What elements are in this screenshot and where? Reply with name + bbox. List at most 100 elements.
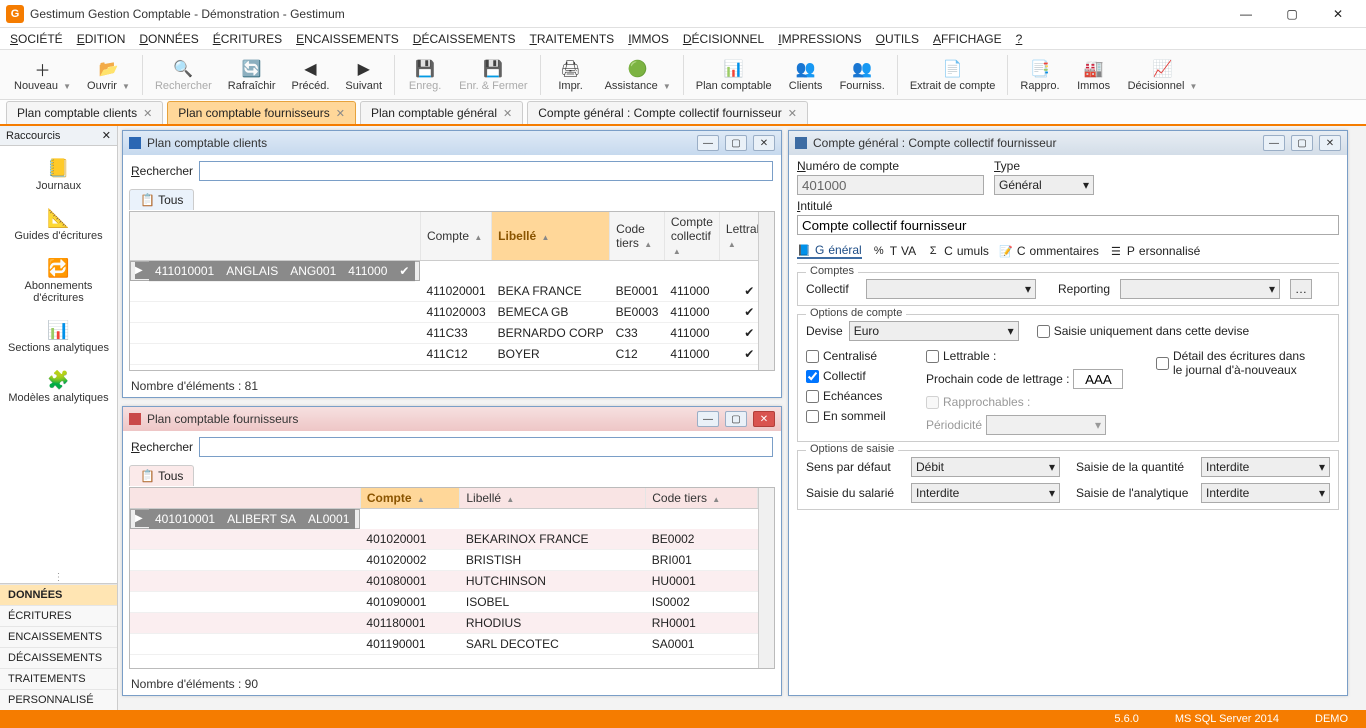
- table-row[interactable]: 411C12BOYERC12411000✔: [130, 344, 758, 365]
- win-minimize-button[interactable]: —: [1263, 135, 1285, 151]
- tab-tous-fournisseurs[interactable]: 📋 Tous: [129, 465, 194, 486]
- table-row[interactable]: 401190001SARL DECOTECSA0001: [130, 634, 758, 655]
- minimize-button[interactable]: —: [1224, 2, 1268, 26]
- reporting-select[interactable]: ▾: [1120, 279, 1280, 299]
- menu-décisionnel[interactable]: DÉCISIONNEL: [683, 32, 764, 46]
- menu-écritures[interactable]: ÉCRITURES: [213, 32, 282, 46]
- menu-société[interactable]: SOCIÉTÉ: [10, 32, 63, 46]
- table-row[interactable]: 401080001HUTCHINSONHU0001: [130, 571, 758, 592]
- tool-immos[interactable]: 🏭Immos: [1068, 52, 1120, 98]
- devise-select[interactable]: Euro▾: [849, 321, 1019, 341]
- menu-edition[interactable]: EDITION: [77, 32, 126, 46]
- column-header[interactable]: Code tiers ▲: [610, 212, 665, 261]
- doc-tab[interactable]: Plan comptable clients✕: [6, 101, 163, 124]
- category-item[interactable]: ENCAISSEMENTS: [0, 626, 117, 647]
- sens-defaut-select[interactable]: Débit▾: [911, 457, 1060, 477]
- win-close-button[interactable]: ✕: [753, 411, 775, 427]
- column-header[interactable]: Code tiers ▲: [646, 488, 758, 509]
- prochain-code-field[interactable]: [1073, 369, 1123, 389]
- menu-affichage[interactable]: AFFICHAGE: [933, 32, 1002, 46]
- win-close-button[interactable]: ✕: [1319, 135, 1341, 151]
- sommeil-checkbox[interactable]: [806, 410, 819, 423]
- menu-outils[interactable]: OUTILS: [876, 32, 919, 46]
- type-select[interactable]: Général▾: [994, 175, 1094, 195]
- column-header[interactable]: Compte ▲: [420, 212, 491, 261]
- tool-impr-[interactable]: 🖨Impr.: [545, 52, 597, 98]
- tool-clients[interactable]: 👥Clients: [780, 52, 832, 98]
- scrollbar[interactable]: [758, 488, 774, 668]
- tool-assistance[interactable]: 🟢Assistance ▼: [597, 52, 679, 98]
- collectif-checkbox[interactable]: [806, 370, 819, 383]
- grid-clients[interactable]: Compte ▲Libellé ▲Code tiers ▲Compte coll…: [130, 212, 758, 370]
- search-input-fournisseurs[interactable]: [199, 437, 773, 457]
- reporting-more-button[interactable]: …: [1290, 279, 1312, 299]
- column-header[interactable]: Lettrable ▲: [719, 212, 758, 261]
- table-row[interactable]: 401180001RHODIUSRH0001: [130, 613, 758, 634]
- doc-tab[interactable]: Plan comptable fournisseurs✕: [167, 101, 356, 124]
- win-maximize-button[interactable]: ▢: [1291, 135, 1313, 151]
- numero-field[interactable]: [797, 175, 984, 195]
- close-icon[interactable]: ✕: [143, 107, 152, 120]
- win-minimize-button[interactable]: —: [697, 411, 719, 427]
- category-item[interactable]: DÉCAISSEMENTS: [0, 647, 117, 668]
- table-row[interactable]: 401020001BEKARINOX FRANCEBE0002: [130, 529, 758, 550]
- tool-nouveau[interactable]: ＋Nouveau ▼: [6, 52, 79, 98]
- shortcut-item[interactable]: 📒Journaux: [0, 150, 117, 200]
- saisie-quantite-select[interactable]: Interdite▾: [1201, 457, 1330, 477]
- category-item[interactable]: PERSONNALISÉ: [0, 689, 117, 710]
- win-maximize-button[interactable]: ▢: [725, 135, 747, 151]
- saisie-salarie-select[interactable]: Interdite▾: [911, 483, 1060, 503]
- shortcuts-close-icon[interactable]: ✕: [102, 129, 111, 142]
- column-header[interactable]: Libellé ▲: [460, 488, 646, 509]
- close-icon[interactable]: ✕: [788, 107, 797, 120]
- category-item[interactable]: ÉCRITURES: [0, 605, 117, 626]
- shortcut-item[interactable]: 🧩Modèles analytiques: [0, 362, 117, 412]
- table-row[interactable]: ▶401010001ALIBERT SAAL0001: [130, 509, 360, 529]
- win-minimize-button[interactable]: —: [697, 135, 719, 151]
- doc-tab[interactable]: Compte général : Compte collectif fourni…: [527, 101, 808, 124]
- menu-traitements[interactable]: TRAITEMENTS: [530, 32, 615, 46]
- column-header[interactable]: Compte ▲: [360, 488, 459, 509]
- tool-ouvrir[interactable]: 📂Ouvrir ▼: [79, 52, 138, 98]
- tool-rafra-chir[interactable]: 🔄Rafraîchir: [220, 52, 284, 98]
- subtab-cumuls[interactable]: ΣCumuls: [926, 243, 989, 259]
- saisie-analytique-select[interactable]: Interdite▾: [1201, 483, 1330, 503]
- subtab-personnalisé[interactable]: ☰Personnalisé: [1109, 243, 1200, 259]
- doc-tab[interactable]: Plan comptable général✕: [360, 101, 523, 124]
- table-row[interactable]: 401090001ISOBELIS0002: [130, 592, 758, 613]
- tool-d-cisionnel[interactable]: 📈Décisionnel ▼: [1120, 52, 1206, 98]
- intitule-field[interactable]: [797, 215, 1339, 235]
- tool-suivant[interactable]: ▶Suivant: [337, 52, 390, 98]
- tool-plan-comptable[interactable]: 📊Plan comptable: [688, 52, 780, 98]
- tool-pr-c-d-[interactable]: ◀Précéd.: [283, 52, 337, 98]
- menu-immos[interactable]: IMMOS: [628, 32, 669, 46]
- column-header[interactable]: Libellé ▲: [492, 212, 610, 261]
- detail-ecritures-checkbox[interactable]: [1156, 357, 1169, 370]
- menu-?[interactable]: ?: [1016, 32, 1023, 46]
- win-maximize-button[interactable]: ▢: [725, 411, 747, 427]
- tool-fourniss-[interactable]: 👥Fourniss.: [832, 52, 893, 98]
- centralise-checkbox[interactable]: [806, 350, 819, 363]
- close-icon[interactable]: ✕: [336, 107, 345, 120]
- search-input-clients[interactable]: [199, 161, 773, 181]
- maximize-button[interactable]: ▢: [1270, 2, 1314, 26]
- table-row[interactable]: 401020002BRISTISHBRI001: [130, 550, 758, 571]
- close-icon[interactable]: ✕: [503, 107, 512, 120]
- subtab-général[interactable]: 📘Général: [797, 243, 862, 259]
- table-row[interactable]: ▶411010001ANGLAISANG001411000✔: [130, 261, 420, 281]
- echeances-checkbox[interactable]: [806, 390, 819, 403]
- collectif-select[interactable]: ▾: [866, 279, 1036, 299]
- table-row[interactable]: 411C33BERNARDO CORPC33411000✔: [130, 323, 758, 344]
- close-button[interactable]: ✕: [1316, 2, 1360, 26]
- subtab-tva[interactable]: %TVA: [872, 243, 916, 259]
- scrollbar[interactable]: [758, 212, 774, 370]
- shortcut-item[interactable]: 🔁Abonnements d'écritures: [0, 250, 117, 312]
- shortcut-item[interactable]: 📐Guides d'écritures: [0, 200, 117, 250]
- table-row[interactable]: 411020001BEKA FRANCEBE0001411000✔: [130, 281, 758, 302]
- category-item[interactable]: TRAITEMENTS: [0, 668, 117, 689]
- category-item[interactable]: DONNÉES: [0, 584, 117, 605]
- menu-impressions[interactable]: IMPRESSIONS: [778, 32, 861, 46]
- tool-extrait-de-compte[interactable]: 📄Extrait de compte: [902, 52, 1004, 98]
- lettrable-checkbox[interactable]: [926, 350, 939, 363]
- grid-fournisseurs[interactable]: Compte ▲Libellé ▲Code tiers ▲ ▶401010001A…: [130, 488, 758, 655]
